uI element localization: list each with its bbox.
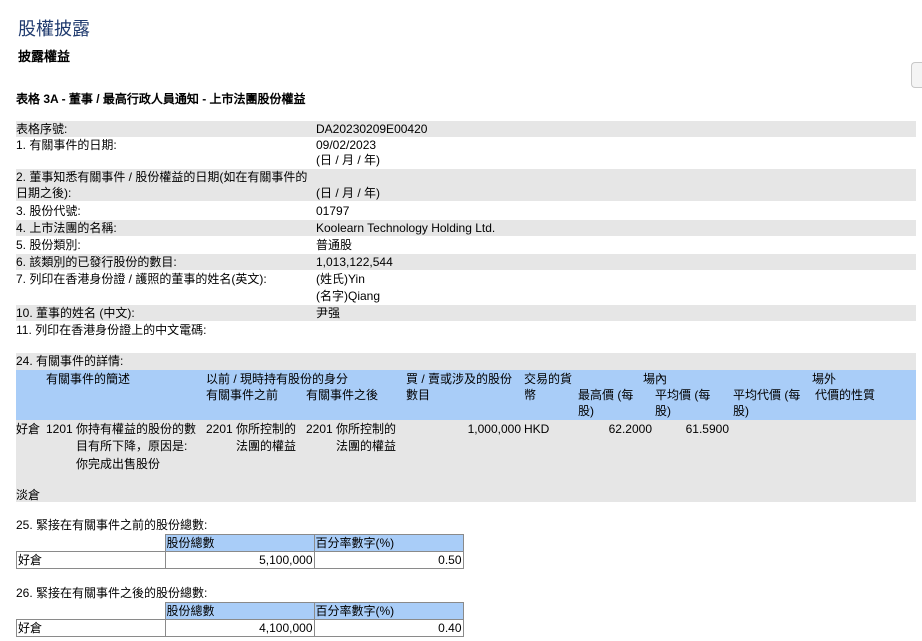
currency-value: HKD xyxy=(524,422,550,436)
stock-code-value: 01797 xyxy=(316,204,350,218)
event-date-format: (日 / 月 / 年) xyxy=(316,153,380,167)
event-code: 1201 xyxy=(46,422,73,436)
aware-date-format: (日 / 月 / 年) xyxy=(316,186,380,200)
col-header-after: 有關事件之後 xyxy=(306,388,379,402)
corp-name-label: 4. 上市法團的名稱: xyxy=(16,221,117,235)
surname-value: (姓氏)Yin xyxy=(316,272,365,286)
col-header-percentage: 百分率數字(%) xyxy=(313,602,464,620)
before-capacity-line2: 法團的權益 xyxy=(236,439,297,453)
total-shares-value: 5,100,000 xyxy=(164,551,315,569)
before-capacity-code: 2201 xyxy=(206,422,233,436)
english-name-label: 7. 列印在香港身份證 / 護照的董事的姓名(英文): xyxy=(16,272,267,286)
after-total-label: 26. 緊接在有關事件之後的股份總數: xyxy=(16,586,208,600)
position-label: 好倉 xyxy=(16,619,166,637)
highest-price-value: 62.2000 xyxy=(608,422,652,436)
telecode-label: 11. 列印在香港身份證上的中文電碼: xyxy=(16,323,207,337)
page-subtitle: 披露權益 xyxy=(18,50,71,65)
after-capacity-line2: 法團的權益 xyxy=(336,439,397,453)
average-price-value: 61.5900 xyxy=(685,422,729,436)
corp-name-value: Koolearn Technology Holding Ltd. xyxy=(316,221,496,235)
col-header-consideration-nature: 代價的性質 xyxy=(815,388,876,402)
events-section-label: 24. 有關事件的詳情: xyxy=(16,354,124,368)
percentage-value: 0.50 xyxy=(313,551,464,569)
issued-shares-label: 6. 該類別的已發行股份的數目: xyxy=(16,255,177,269)
before-capacity-line1: 你所控制的 xyxy=(236,422,297,436)
event-description-line3: 你完成出售股份 xyxy=(76,457,161,471)
col-header-average-price-line2: 股) xyxy=(655,404,671,418)
events-label-row xyxy=(16,353,916,370)
given-name-value: (名字)Qiang xyxy=(316,289,381,303)
col-header-currency-line2: 幣 xyxy=(524,388,537,402)
before-total-table: 股份總數 百分率數字(%) 好倉 5,100,000 0.50 xyxy=(16,534,464,569)
before-total-label: 25. 緊接在有關事件之前的股份總數: xyxy=(16,518,208,532)
col-header-percentage: 百分率數字(%) xyxy=(313,534,464,552)
event-description-line1: 你持有權益的股份的數 xyxy=(76,422,197,436)
after-capacity-code: 2201 xyxy=(306,422,333,436)
field-row-chinese-name xyxy=(16,305,916,321)
after-total-table: 股份總數 百分率數字(%) 好倉 4,100,000 0.40 xyxy=(16,602,464,637)
serial-value: DA20230209E00420 xyxy=(316,122,428,136)
col-header-total-shares: 股份總數 xyxy=(164,602,315,620)
short-position-label: 淡倉 xyxy=(16,488,41,502)
chinese-name-label: 10. 董事的姓名 (中文): xyxy=(16,306,135,320)
table-header-row: 股份總數 百分率數字(%) xyxy=(17,534,464,552)
table-corner xyxy=(17,603,166,620)
field-row-serial xyxy=(16,121,916,137)
issued-shares-value: 1,013,122,544 xyxy=(316,255,393,269)
side-panel-tab[interactable] xyxy=(911,62,922,88)
shares-involved-value: 1,000,000 xyxy=(467,422,521,436)
col-header-average-consideration-line2: 股) xyxy=(733,404,749,418)
event-description-line2: 目有所下降，原因是: xyxy=(76,439,188,453)
col-header-currency: 交易的貨 xyxy=(524,372,573,386)
aware-date-label-line2: 日期之後): xyxy=(16,186,72,200)
percentage-value: 0.40 xyxy=(313,619,464,637)
col-header-on-exchange: 場內 xyxy=(643,372,668,386)
col-header-capacity: 以前 / 現時持有股份的身分 xyxy=(206,372,349,386)
serial-label: 表格序號: xyxy=(16,122,68,136)
table-row: 好倉 4,100,000 0.40 xyxy=(16,619,464,637)
aware-date-label-line1: 2. 董事知悉有關事件 / 股份權益的日期(如在有關事件的 xyxy=(16,170,308,184)
form-title: 表格 3A - 董事 / 最高行政人員通知 - 上市法團股份權益 xyxy=(16,92,306,106)
event-date-value: 09/02/2023 xyxy=(316,138,377,152)
col-header-before: 有關事件之前 xyxy=(206,388,279,402)
col-header-description: 有關事件的簡述 xyxy=(46,372,131,386)
col-header-highest-price-line2: 股) xyxy=(578,404,594,418)
table-row: 好倉 5,100,000 0.50 xyxy=(16,551,464,569)
col-header-total-shares: 股份總數 xyxy=(164,534,315,552)
position-label: 好倉 xyxy=(16,551,166,569)
after-capacity-line1: 你所控制的 xyxy=(336,422,397,436)
table-corner xyxy=(17,535,166,552)
table-header-row: 股份總數 百分率數字(%) xyxy=(17,602,464,620)
page-title: 股權披露 xyxy=(18,19,90,40)
col-header-shares: 買 / 賣或涉及的股份 xyxy=(406,372,513,386)
col-header-average-consideration: 平均代價 (每 xyxy=(733,388,801,402)
chinese-name-value: 尹强 xyxy=(316,306,341,320)
share-class-label: 5. 股份類別: xyxy=(16,238,81,252)
col-header-highest-price: 最高價 (每 xyxy=(578,388,634,402)
stock-code-label: 3. 股份代號: xyxy=(16,204,81,218)
share-class-value: 普通股 xyxy=(316,238,353,252)
event-date-label: 1. 有關事件的日期: xyxy=(16,138,117,152)
col-header-off-exchange: 場外 xyxy=(812,372,837,386)
long-position-label: 好倉 xyxy=(16,422,41,436)
col-header-shares-line2: 數目 xyxy=(406,388,431,402)
col-header-average-price: 平均價 (每 xyxy=(655,388,711,402)
total-shares-value: 4,100,000 xyxy=(164,619,315,637)
